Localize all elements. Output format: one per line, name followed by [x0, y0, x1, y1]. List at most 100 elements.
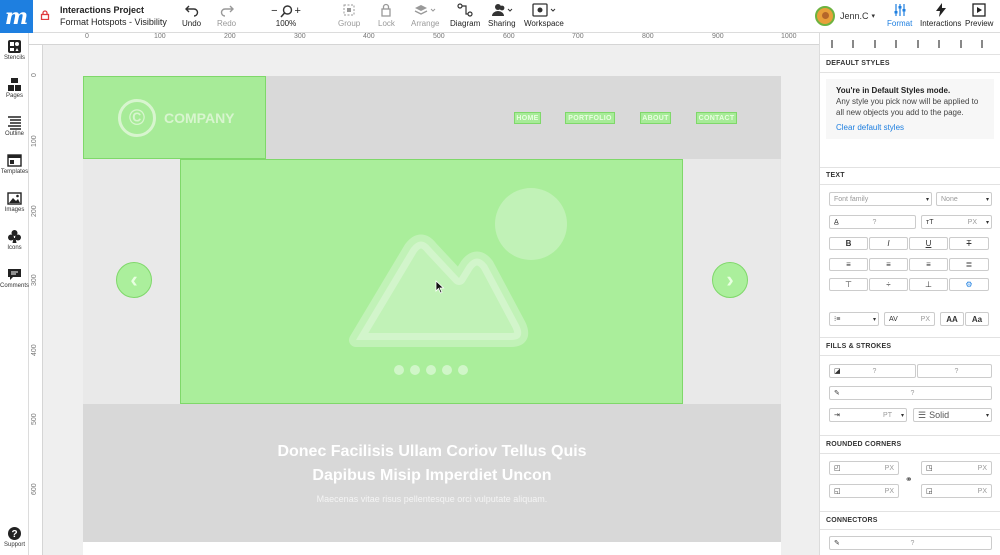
align-right-icon[interactable] — [873, 39, 882, 48]
carousel-dot[interactable] — [458, 365, 468, 375]
zoom-out-button[interactable]: − — [271, 5, 277, 17]
nav-about-hotspot[interactable]: ABOUT — [640, 112, 671, 124]
text-align-left-button[interactable]: ≡ — [829, 258, 868, 271]
sidebar-item-images[interactable]: Images — [0, 191, 29, 213]
stroke-style-select[interactable]: ☰ Solid ▾ — [913, 408, 992, 422]
carousel-dot[interactable] — [410, 365, 420, 375]
align-bottom-icon[interactable] — [938, 39, 946, 48]
link-icon[interactable]: ⚭ — [905, 474, 913, 485]
text-align-center-icon: ≡ — [886, 260, 891, 269]
nav-contact-hotspot[interactable]: CONTACT — [696, 112, 737, 124]
band-subtext: Maecenas vitae risus pellentesque orci v… — [316, 494, 548, 504]
group-button[interactable]: Group — [338, 3, 360, 28]
text-settings-button[interactable]: ⚙ — [949, 278, 989, 291]
uppercase-button[interactable]: AA — [940, 312, 964, 326]
bold-button[interactable]: B — [829, 237, 868, 250]
sidebar-item-pages[interactable]: Pages — [0, 77, 29, 99]
nav-home-hotspot[interactable]: HOME — [514, 112, 541, 124]
font-size-field[interactable]: ᴛT PX ▾ — [921, 215, 992, 229]
valign-middle-button[interactable]: ÷ — [869, 278, 908, 291]
align-left-icon[interactable] — [830, 39, 839, 48]
chevron-right-icon: › — [726, 267, 734, 292]
align-center-icon[interactable] — [852, 39, 860, 48]
carousel-dot[interactable] — [394, 365, 404, 375]
workspace-button[interactable]: Workspace — [524, 3, 564, 28]
font-style-select[interactable]: None ▾ — [936, 192, 992, 206]
text-align-right-button[interactable]: ≡ — [909, 258, 948, 271]
corner-bottom-right-field[interactable]: ◲ PX — [921, 484, 992, 498]
project-title: Interactions Project — [60, 5, 145, 15]
sharing-button[interactable]: Sharing — [488, 3, 516, 28]
distribute-vertical-icon[interactable] — [981, 39, 989, 48]
hero-image-hotspot[interactable] — [180, 159, 683, 404]
font-family-select[interactable]: Font family ▾ — [829, 192, 932, 206]
carousel-dot[interactable] — [426, 365, 436, 375]
arrange-button[interactable]: Arrange — [411, 3, 439, 28]
text-align-left-icon: ≡ — [846, 260, 851, 269]
carousel-dot[interactable] — [442, 365, 452, 375]
lock-button[interactable]: Lock — [378, 3, 395, 28]
italic-button[interactable]: I — [869, 237, 908, 250]
sidebar-item-label: Comments — [0, 283, 30, 289]
redo-button[interactable]: Redo — [217, 3, 236, 28]
align-middle-icon[interactable] — [916, 39, 925, 48]
corner-bottom-left-field[interactable]: ◱ PX — [829, 484, 899, 498]
lock-icon[interactable] — [40, 10, 50, 20]
stroke-width-field[interactable]: ⇥ PT ▾ — [829, 408, 907, 422]
distribute-horizontal-icon[interactable] — [959, 39, 968, 48]
align-top-icon[interactable] — [895, 39, 903, 48]
valign-top-button[interactable]: ⊤ — [829, 278, 868, 291]
carousel-prev-hotspot[interactable]: ‹ — [116, 262, 152, 298]
stroke-color-value: ? — [910, 389, 915, 397]
corner-top-right-field[interactable]: ◳ PX — [921, 461, 992, 475]
fill-opacity-value: ? — [954, 367, 959, 375]
text-align-center-button[interactable]: ≡ — [869, 258, 908, 271]
company-hotspot[interactable]: © COMPANY — [83, 76, 266, 159]
valign-bottom-button[interactable]: ⊥ — [909, 278, 948, 291]
page-name: Format Hotspots - Visibility — [60, 17, 167, 27]
fill-opacity-field[interactable]: ? — [917, 364, 992, 378]
pages-icon — [8, 78, 21, 91]
interactions-tab[interactable]: Interactions — [920, 3, 961, 28]
app-logo[interactable]: m — [0, 0, 33, 33]
sidebar-item-comments[interactable]: Comments — [0, 267, 29, 289]
sidebar-item-templates[interactable]: Templates — [0, 153, 29, 175]
carousel-next-hotspot[interactable]: › — [712, 262, 748, 298]
carousel-dots[interactable] — [394, 365, 468, 375]
sidebar-item-icons[interactable]: Icons — [0, 229, 29, 251]
connector-color-field[interactable]: ✎? — [829, 536, 992, 550]
text-justify-button[interactable]: ≣ — [949, 258, 989, 271]
avatar — [815, 6, 835, 26]
sidebar-item-label: Pages — [5, 93, 23, 99]
connectors-header: CONNECTORS — [820, 511, 1000, 530]
format-tab[interactable]: Format — [887, 3, 912, 28]
project-info[interactable]: Interactions Project Format Hotspots - V… — [60, 4, 167, 28]
letter-spacing-field[interactable]: AV PX — [884, 312, 935, 326]
stroke-color-field[interactable]: ✎? — [829, 386, 992, 400]
clear-default-styles-link[interactable]: Clear default styles — [836, 122, 984, 133]
canvas[interactable]: © COMPANY HOME PORTFOLIO ABOUT CONTACT ‹… — [43, 46, 819, 555]
content-band[interactable]: Donec Facilisis Ullam Coriov Tellus Quis… — [83, 404, 781, 542]
underline-button[interactable]: U — [909, 237, 948, 250]
corner-top-left-field[interactable]: ◰ PX — [829, 461, 899, 475]
fill-color-field[interactable]: ◪? — [829, 364, 916, 378]
diagram-icon — [457, 3, 473, 17]
diagram-button[interactable]: Diagram — [450, 3, 480, 28]
capitalize-button[interactable]: Aa — [965, 312, 989, 326]
user-menu[interactable]: Jenn.C ▾ — [815, 6, 875, 26]
strikethrough-button[interactable]: T — [949, 237, 989, 250]
mockup-page[interactable]: © COMPANY HOME PORTFOLIO ABOUT CONTACT ‹… — [83, 76, 781, 555]
nav-portfolio-hotspot[interactable]: PORTFOLIO — [565, 112, 615, 124]
sidebar-item-outline[interactable]: Outline — [0, 115, 29, 137]
sidebar-item-support[interactable]: ? Support — [0, 526, 29, 548]
zoom-in-button[interactable]: + — [295, 5, 301, 17]
zoom-control[interactable]: − + 100% — [268, 3, 304, 28]
chevron-down-icon: ▾ — [925, 197, 929, 203]
list-style-select[interactable]: ⁝≡ ▾ — [829, 312, 879, 326]
ds-heading: You're in Default Styles mode. — [836, 86, 951, 95]
undo-button[interactable]: Undo — [182, 3, 201, 28]
chevron-down-icon: ▾ — [872, 317, 876, 323]
preview-button[interactable]: Preview — [965, 3, 993, 28]
sidebar-item-stencils[interactable]: Stencils — [0, 39, 29, 61]
text-color-field[interactable]: A̲? — [829, 215, 916, 229]
